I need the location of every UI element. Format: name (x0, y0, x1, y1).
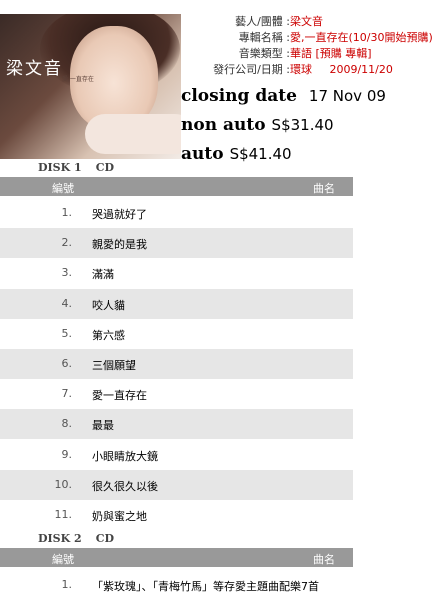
track-title: 很久很久以後 (92, 479, 158, 493)
track-title: 哭過就好了 (92, 208, 147, 221)
disk2-name: DISK 2 (38, 532, 82, 545)
track-number: 1. (61, 578, 73, 591)
info-key: 藝人/團體 : (235, 15, 290, 28)
track-row: 5. 第六感 (0, 319, 353, 349)
track-number: 9. (61, 447, 73, 461)
cover-artist-text: 梁文音 (6, 59, 63, 79)
artist-link[interactable]: 梁文音 (290, 14, 323, 30)
track-row: 8. 最最 (0, 409, 353, 440)
disk2-label: DISK 2 CD (38, 532, 114, 545)
info-key: 音樂類型 : (238, 47, 290, 60)
track-title: 咬人貓 (92, 298, 125, 312)
track-number: 11. (54, 508, 73, 521)
track-row: 7. 愛一直存在 (0, 379, 353, 409)
track-title: 滿滿 (92, 268, 114, 282)
disk1-label: DISK 1 CD (38, 161, 114, 174)
track-title: 愛一直存在 (92, 389, 147, 403)
auto-price: auto S$41.40 (181, 144, 292, 164)
non-auto-price: non auto S$31.40 (181, 115, 334, 135)
col-number-header: 編號 (52, 553, 74, 566)
genre-link[interactable]: 華語 [預購 專輯] (290, 46, 372, 62)
track-row: 6. 三個願望 (0, 349, 353, 379)
track-title: 親愛的是我 (92, 238, 147, 252)
closing-date-value: 17 Nov 09 (308, 87, 386, 105)
info-row-genre: 音樂類型 : 華語 [預購 專輯] (180, 46, 441, 62)
track-title: 最最 (92, 419, 114, 433)
info-row-album: 專輯名稱 : 愛,一直存在(10/30開始預購) (180, 30, 441, 46)
non-auto-label: non auto (181, 115, 266, 135)
track-number: 4. (61, 296, 73, 310)
track-row: 3. 滿滿 (0, 258, 353, 288)
track-number: 3. (61, 266, 73, 280)
info-row-artist: 藝人/團體 : 梁文音 (180, 14, 441, 30)
track-row: 10. 很久很久以後 (0, 469, 353, 500)
track-title: 第六感 (92, 328, 125, 342)
disk2-table-header: 編號 曲名 (0, 548, 353, 567)
col-number-header: 編號 (52, 182, 74, 195)
cover-subtitle-text: 愛,一直存在 (62, 76, 94, 83)
track-title: 奶與蜜之地 (92, 510, 147, 523)
info-row-label-date: 發行公司/日期 : 環球 2009/11/20 (180, 62, 441, 78)
track-row: 1. 「紫玫瑰」、「青梅竹馬」等存愛主題曲配樂7首 (0, 570, 353, 600)
label-date-value: 環球 2009/11/20 (290, 63, 393, 76)
track-title: 三個願望 (92, 359, 136, 372)
track-title: 「紫玫瑰」、「青梅竹馬」等存愛主題曲配樂7首 (92, 580, 319, 593)
disk2-format: CD (95, 532, 114, 545)
disk1-format: CD (95, 161, 114, 174)
track-row: 1. 哭過就好了 (0, 198, 353, 228)
disk1-name: DISK 1 (38, 161, 82, 174)
track-row: 2. 親愛的是我 (0, 228, 353, 259)
track-number: 5. (61, 326, 73, 340)
track-number: 10. (54, 477, 73, 491)
track-row: 4. 咬人貓 (0, 288, 353, 319)
disk1-table-header: 編號 曲名 (0, 177, 353, 196)
info-key: 發行公司/日期 : (213, 63, 290, 76)
closing-date: closing date 17 Nov 09 (181, 86, 386, 106)
track-number: 8. (61, 417, 73, 431)
track-number: 2. (61, 236, 73, 250)
album-name-value: 愛,一直存在(10/30開始預購) (290, 31, 433, 44)
auto-label: auto (181, 144, 224, 164)
non-auto-value: S$31.40 (271, 116, 334, 134)
col-title-header: 曲名 (313, 553, 335, 566)
track-row: 9. 小眼睛放大鏡 (0, 440, 353, 470)
album-cover-image: 梁文音 愛,一直存在 (0, 14, 181, 159)
closing-date-label: closing date (181, 86, 297, 106)
col-title-header: 曲名 (313, 182, 335, 195)
track-row: 11. 奶與蜜之地 (0, 500, 353, 530)
track-number: 7. (61, 387, 73, 401)
track-number: 1. (61, 206, 73, 219)
auto-value: S$41.40 (229, 145, 292, 163)
cover-arm (85, 114, 181, 154)
info-key: 專輯名稱 : (238, 31, 290, 44)
album-info: 藝人/團體 : 梁文音 專輯名稱 : 愛,一直存在(10/30開始預購) 音樂類… (180, 14, 441, 78)
track-title: 小眼睛放大鏡 (92, 449, 158, 463)
track-number: 6. (61, 357, 73, 370)
